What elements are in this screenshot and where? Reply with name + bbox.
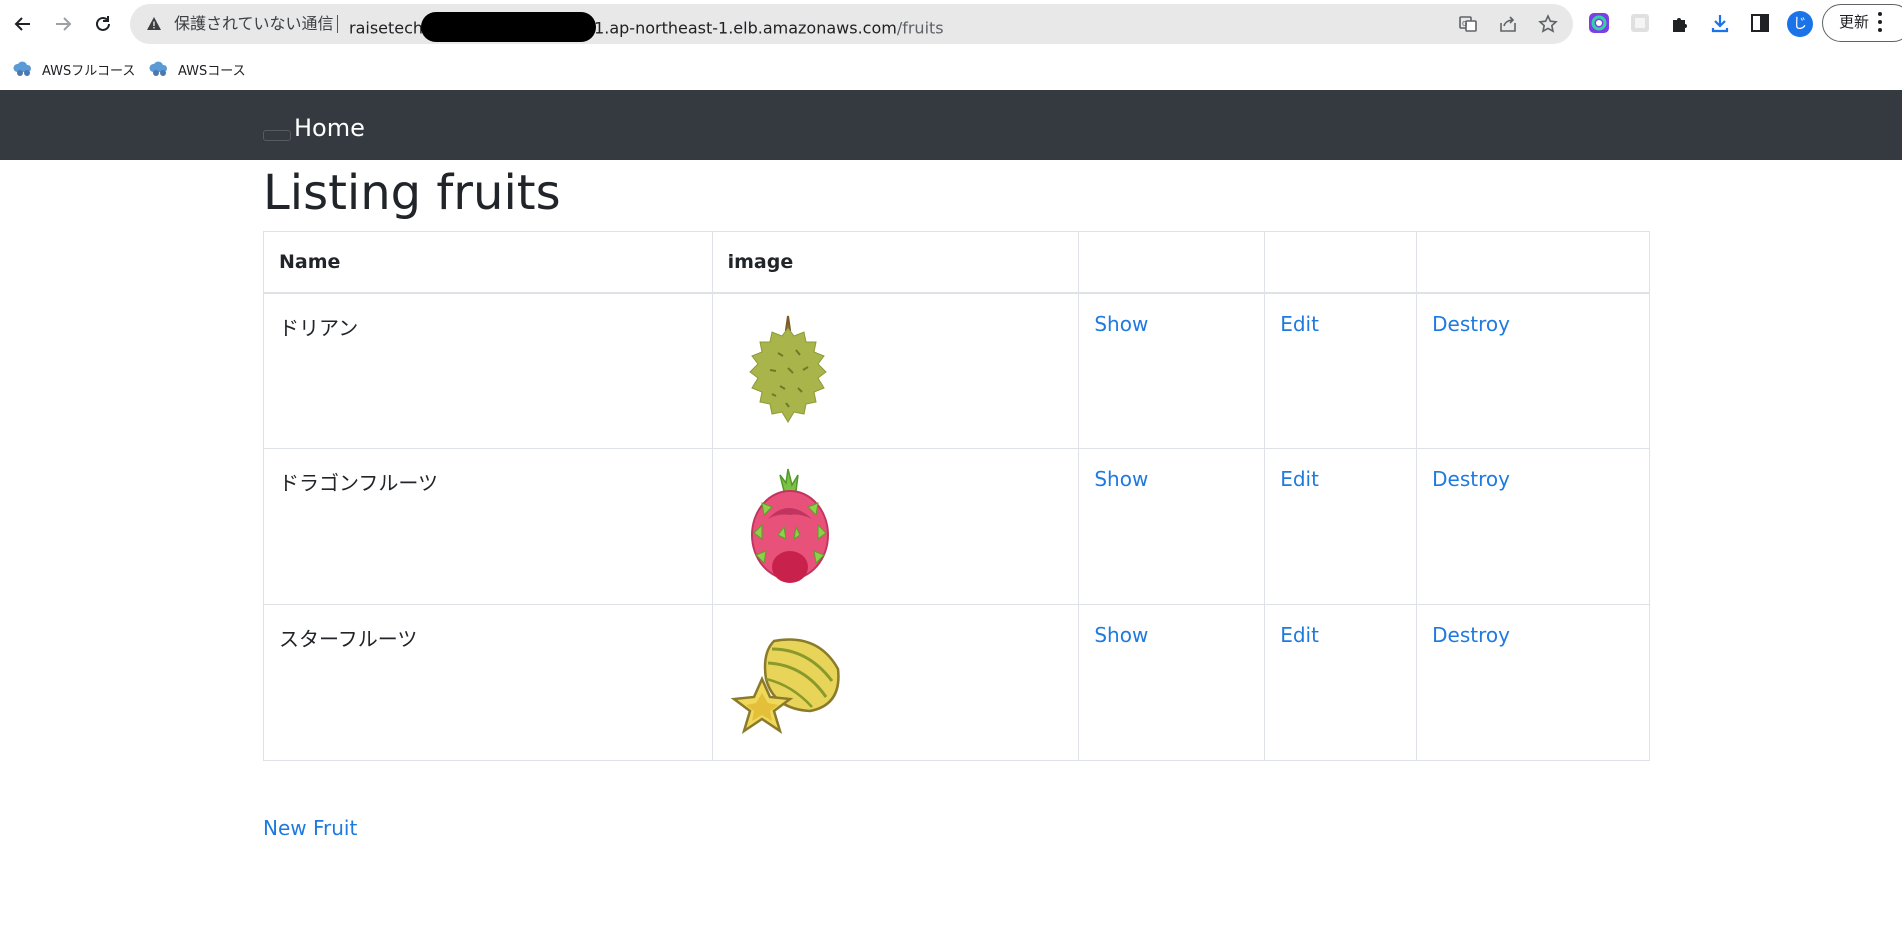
fruit-name: ドリアン xyxy=(263,292,713,449)
destroy-link[interactable]: Destroy xyxy=(1432,467,1510,491)
warning-icon xyxy=(147,17,161,30)
back-arrow-icon xyxy=(14,17,30,31)
browser-toolbar: 保護されていない通信 raisetech 1.ap-northeast-1.elb… xyxy=(0,0,1902,48)
cloud-bookmark-icon xyxy=(13,61,32,76)
show-cell: Show xyxy=(1078,292,1266,449)
show-link[interactable]: Show xyxy=(1094,467,1148,491)
address-bar[interactable]: 保護されていない通信 raisetech 1.ap-northeast-1.elb… xyxy=(130,4,1573,44)
fruit-name: ドラゴンフルーツ xyxy=(263,448,713,605)
redaction-mark xyxy=(421,12,597,42)
column-header-image: image xyxy=(711,231,1080,294)
destroy-link[interactable]: Destroy xyxy=(1432,623,1510,647)
dragon-fruit-image xyxy=(750,468,829,583)
extensions-puzzle-icon[interactable] xyxy=(1669,12,1691,34)
table-row: ドリアン Show Edit Destroy xyxy=(263,292,1650,449)
home-link[interactable]: Home xyxy=(294,113,365,143)
grid-extension-icon[interactable] xyxy=(1629,12,1651,34)
share-icon[interactable] xyxy=(1498,14,1518,34)
bookmark-label: AWSフルコース xyxy=(42,63,136,79)
column-header-blank xyxy=(1264,231,1418,294)
bookmark-item[interactable]: AWSフルコース xyxy=(12,58,135,80)
show-link[interactable]: Show xyxy=(1094,312,1148,336)
url-prefix: raisetech xyxy=(349,18,424,38)
show-link[interactable]: Show xyxy=(1094,623,1148,647)
column-header-name: Name xyxy=(263,231,713,294)
back-button[interactable] xyxy=(9,10,37,38)
durian-image xyxy=(748,315,827,423)
site-navbar: Home xyxy=(0,90,1902,160)
reload-icon xyxy=(96,16,110,31)
url-path: /fruits xyxy=(896,18,944,38)
edit-link[interactable]: Edit xyxy=(1280,623,1319,647)
table-row: ドラゴンフルーツ Show Edit Destroy xyxy=(263,448,1650,605)
url-text: raisetech 1.ap-northeast-1.elb.amazonaws.… xyxy=(349,12,944,44)
svg-text:G: G xyxy=(1462,20,1467,28)
security-status-text: 保護されていない通信 xyxy=(174,14,334,33)
destroy-cell: Destroy xyxy=(1416,448,1650,605)
url-host-tail: 1.ap-northeast-1.elb.amazonaws.com xyxy=(594,18,897,38)
forward-arrow-icon xyxy=(56,17,72,31)
bookmarks-bar: AWSフルコース AWSコース xyxy=(0,48,1902,90)
forward-button[interactable] xyxy=(49,10,77,38)
destroy-cell: Destroy xyxy=(1416,292,1650,449)
edit-cell: Edit xyxy=(1264,448,1418,605)
update-button[interactable]: 更新 xyxy=(1822,4,1902,42)
fruit-image-cell xyxy=(711,292,1080,449)
table-row: スターフルーツ Show Edit Destroy xyxy=(263,604,1650,761)
download-icon[interactable] xyxy=(1709,12,1731,34)
translate-icon[interactable]: G xyxy=(1458,14,1478,34)
fruit-image-cell xyxy=(711,604,1080,761)
edit-cell: Edit xyxy=(1264,292,1418,449)
browser-menu-icon[interactable] xyxy=(1878,12,1882,32)
edit-link[interactable]: Edit xyxy=(1280,467,1319,491)
reload-button[interactable] xyxy=(89,10,117,38)
new-fruit-link[interactable]: New Fruit xyxy=(263,815,357,841)
show-cell: Show xyxy=(1078,448,1266,605)
profile-avatar[interactable]: じ xyxy=(1787,11,1813,37)
destroy-cell: Destroy xyxy=(1416,604,1650,761)
edit-link[interactable]: Edit xyxy=(1280,312,1319,336)
color-extension-icon[interactable] xyxy=(1588,12,1610,34)
table-header-row: Name image xyxy=(263,231,1650,294)
fruits-table: Name image ドリアン Show Edit Destroy ドラゴンフル… xyxy=(263,231,1650,761)
side-panel-icon[interactable] xyxy=(1749,12,1771,34)
bookmark-star-icon[interactable] xyxy=(1538,14,1558,34)
column-header-blank xyxy=(1416,231,1650,294)
bookmark-item[interactable]: AWSコース xyxy=(148,58,246,80)
show-cell: Show xyxy=(1078,604,1266,761)
bookmark-label: AWSコース xyxy=(178,63,246,79)
fruit-name: スターフルーツ xyxy=(263,604,713,761)
cloud-bookmark-icon xyxy=(149,61,168,76)
destroy-link[interactable]: Destroy xyxy=(1432,312,1510,336)
address-separator xyxy=(337,15,338,33)
fruit-image-cell xyxy=(711,448,1080,605)
star-fruit-image xyxy=(730,638,840,734)
edit-cell: Edit xyxy=(1264,604,1418,761)
column-header-blank xyxy=(1078,231,1266,294)
navbar-toggler[interactable] xyxy=(263,130,291,141)
page-title: Listing fruits xyxy=(263,165,561,221)
